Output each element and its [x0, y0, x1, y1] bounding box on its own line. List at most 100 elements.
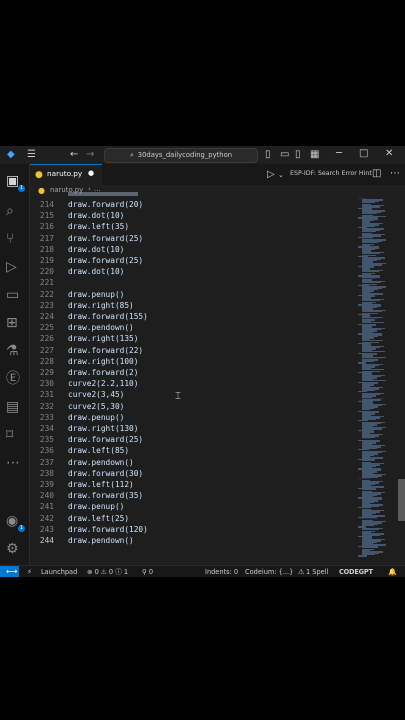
code-line[interactable]: 240 draw.forward(35) [30, 490, 360, 501]
code-text[interactable]: draw.forward(120) [68, 524, 148, 535]
run-dropdown-icon[interactable]: ⌄ [278, 170, 284, 180]
forward-icon[interactable]: → [86, 150, 94, 160]
scrollbar[interactable] [398, 197, 405, 565]
code-line[interactable]: 231 curve2(3,45) [30, 389, 360, 400]
code-text[interactable]: draw.left(112) [68, 479, 134, 490]
run-python-icon[interactable]: ▷ [267, 170, 275, 180]
code-text[interactable]: draw.right(135) [68, 333, 138, 344]
search-sidebar-icon[interactable]: ⌕ [6, 204, 14, 218]
code-text[interactable]: draw.pendown() [68, 457, 134, 468]
code-text[interactable]: draw.left(85) [68, 445, 129, 456]
minimize-icon[interactable]: ─ [336, 149, 342, 159]
account-icon[interactable]: ◉ [6, 514, 18, 528]
extensions-icon[interactable]: ⊞ [6, 316, 18, 330]
code-line[interactable]: 223 draw.right(85) [30, 300, 360, 311]
code-line[interactable]: 243 draw.forward(120) [30, 524, 360, 535]
explorer-icon[interactable]: ▣ [6, 174, 19, 188]
more-icon[interactable]: ⋯ [6, 456, 20, 470]
code-line[interactable]: 228 draw.right(100) [30, 356, 360, 367]
code-text[interactable]: draw.pendown() [68, 535, 134, 546]
notifications-icon[interactable]: 🔔 [388, 566, 397, 577]
close-window-icon[interactable]: ✕ [385, 149, 393, 159]
settings-gear-icon[interactable]: ⚙ [6, 542, 19, 556]
codeium-indicator[interactable]: Codeium: {...} [245, 566, 293, 577]
code-line[interactable]: 218 draw.dot(10) [30, 244, 360, 255]
code-line[interactable]: 244 draw.pendown() [30, 535, 360, 546]
code-line[interactable]: 230 curve2(2.2,110) [30, 378, 360, 389]
launchpad-label[interactable]: Launchpad [41, 566, 77, 577]
code-text[interactable]: draw.pendown() [68, 322, 134, 333]
remote-explorer-icon[interactable]: ▭ [6, 288, 19, 302]
menu-icon[interactable]: ☰ [27, 150, 36, 160]
code-editor[interactable]: 214 draw.forward(20) 215 draw.dot(10) 216 dra… [30, 192, 360, 565]
code-text[interactable]: draw.forward(155) [68, 311, 148, 322]
code-line[interactable]: 235 draw.forward(25) [30, 434, 360, 445]
code-text[interactable]: draw.penup() [68, 289, 124, 300]
spell-indicator[interactable]: 1 Spell [306, 566, 328, 577]
remote-indicator[interactable]: ⟷ [0, 566, 19, 577]
code-text[interactable]: draw.penup() [68, 412, 124, 423]
esp-idf-icon[interactable]: Ⓔ [6, 372, 20, 386]
code-text[interactable]: draw.penup() [68, 501, 124, 512]
code-text[interactable]: draw.forward(22) [68, 345, 143, 356]
code-text[interactable]: curve2(5,30) [68, 401, 124, 412]
code-line[interactable]: 215 draw.dot(10) [30, 210, 360, 221]
code-line[interactable]: 232 curve2(5,30) [30, 401, 360, 412]
testing-icon[interactable]: ⚗ [6, 344, 19, 358]
folder-icon[interactable]: ▤ [6, 400, 19, 414]
ports-indicator[interactable]: ⚲ 0 [142, 566, 153, 577]
code-line[interactable]: 233 draw.penup() [30, 412, 360, 423]
code-text[interactable]: draw.forward(2) [68, 367, 138, 378]
code-line[interactable]: 222 draw.penup() [30, 289, 360, 300]
code-text[interactable]: draw.forward(20) [68, 199, 143, 210]
code-text[interactable]: draw.forward(30) [68, 468, 143, 479]
code-text[interactable]: draw.right(85) [68, 300, 134, 311]
tab-naruto-py[interactable]: ● naruto.py ● [30, 164, 102, 185]
esp-idf-hint[interactable]: ESP-IDF: Search Error Hint [290, 170, 372, 177]
code-text[interactable]: draw.dot(10) [68, 244, 124, 255]
code-text[interactable]: draw.right(100) [68, 356, 138, 367]
code-text[interactable]: draw.forward(35) [68, 490, 143, 501]
code-line[interactable]: 225 draw.pendown() [30, 322, 360, 333]
minimap[interactable] [358, 197, 398, 565]
code-line[interactable]: 221 [30, 277, 360, 288]
code-text[interactable]: draw.dot(10) [68, 266, 124, 277]
command-search[interactable]: ⌕ 30days_dailycoding_python [104, 148, 258, 163]
code-text[interactable]: draw.right(130) [68, 423, 138, 434]
run-debug-icon[interactable]: ▷ [6, 260, 17, 274]
code-line[interactable]: 226 draw.right(135) [30, 333, 360, 344]
bookmark-icon[interactable]: ⌑ [6, 428, 13, 442]
code-line[interactable]: 224 draw.forward(155) [30, 311, 360, 322]
code-line[interactable]: 217 draw.forward(25) [30, 233, 360, 244]
maximize-icon[interactable]: □ [359, 149, 368, 159]
code-line[interactable]: 229 draw.forward(2) [30, 367, 360, 378]
back-icon[interactable]: ← [70, 150, 78, 160]
code-text[interactable]: draw.forward(25) [68, 255, 143, 266]
code-line[interactable]: 216 draw.left(35) [30, 221, 360, 232]
problems-indicator[interactable]: ⊗ 0 ⚠ 0 ⓘ 1 [87, 566, 128, 577]
code-line[interactable]: 238 draw.forward(30) [30, 468, 360, 479]
code-line[interactable]: 214 draw.forward(20) [30, 199, 360, 210]
code-line[interactable]: 242 draw.left(25) [30, 513, 360, 524]
code-line[interactable]: 236 draw.left(85) [30, 445, 360, 456]
indents-indicator[interactable]: Indents: 0 [205, 566, 238, 577]
scrollbar-thumb[interactable] [398, 479, 405, 521]
codegpt-indicator[interactable]: CODEGPT [339, 566, 373, 577]
code-line[interactable]: 241 draw.penup() [30, 501, 360, 512]
code-text[interactable]: draw.forward(25) [68, 233, 143, 244]
code-line[interactable]: 219 draw.forward(25) [30, 255, 360, 266]
toggle-panel-icon[interactable]: ▭ [280, 150, 289, 160]
code-line[interactable]: 220 draw.dot(10) [30, 266, 360, 277]
editor-more-icon[interactable]: ⋯ [390, 169, 400, 179]
code-line[interactable]: 234 draw.right(130) [30, 423, 360, 434]
code-line[interactable]: 227 draw.forward(22) [30, 345, 360, 356]
code-line[interactable]: 239 draw.left(112) [30, 479, 360, 490]
toggle-sidebar-icon[interactable]: ▯ [265, 150, 271, 160]
code-text[interactable]: curve2(3,45) [68, 389, 124, 400]
code-text[interactable]: draw.dot(10) [68, 210, 124, 221]
unsaved-dot-icon[interactable]: ● [88, 169, 94, 177]
split-editor-icon[interactable]: ◫ [372, 169, 381, 179]
source-control-icon[interactable]: ⑂ [6, 232, 14, 246]
code-text[interactable]: curve2(2.2,110) [68, 378, 138, 389]
code-text[interactable]: draw.left(35) [68, 221, 129, 232]
